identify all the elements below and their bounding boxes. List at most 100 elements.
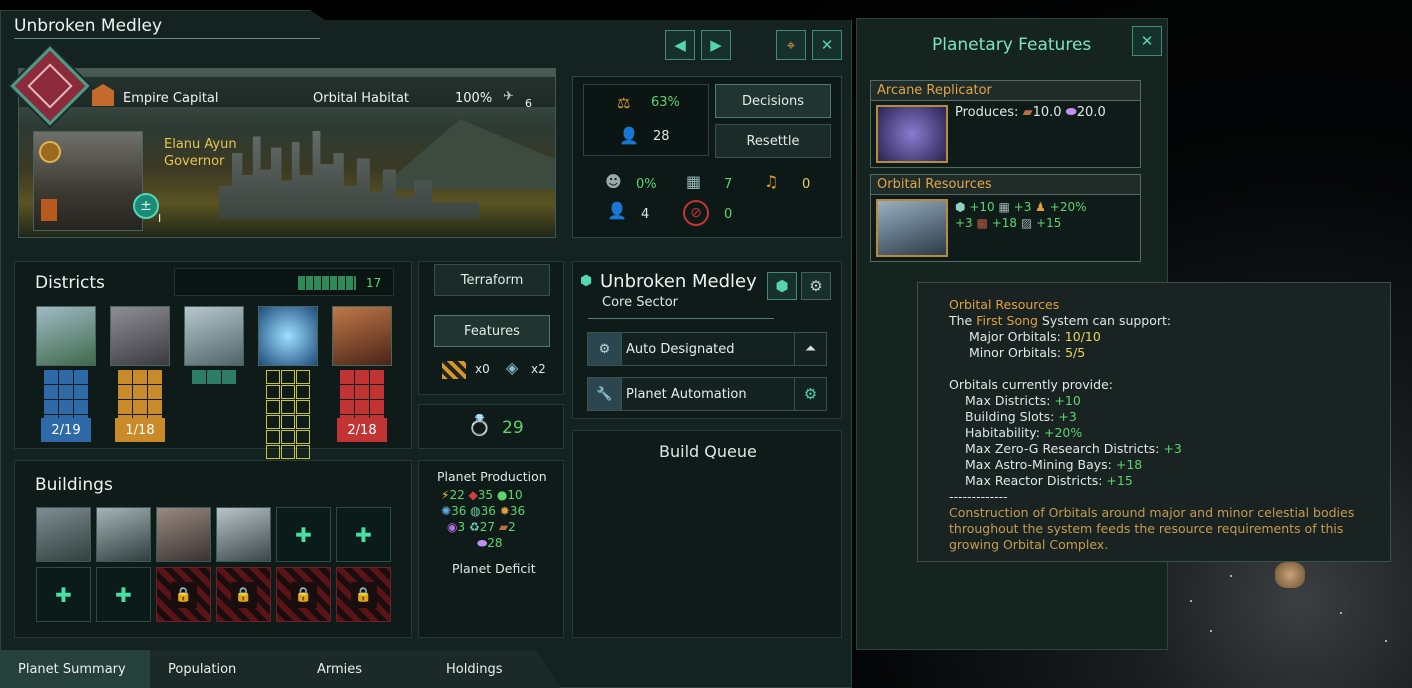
society-value: 36 <box>480 504 496 518</box>
district-slot <box>59 400 73 414</box>
amenities-icon[interactable]: ♫ <box>764 172 778 191</box>
trait-icon[interactable] <box>39 141 61 163</box>
tooltip-system-name: First Song <box>976 313 1038 328</box>
district-slot <box>118 400 132 414</box>
pops-icon[interactable]: 👤 <box>619 126 639 145</box>
tab-holdings[interactable]: Holdings <box>446 650 502 688</box>
resettle-button[interactable]: Resettle <box>715 124 831 158</box>
tab-armies[interactable]: Armies <box>317 650 362 688</box>
tab-planet-summary[interactable]: Planet Summary <box>18 650 126 688</box>
lock-icon: 🔒 <box>290 581 317 608</box>
district-slot <box>44 385 58 399</box>
chevron-right-icon: ▶ <box>710 36 722 54</box>
exotic-icon: ⬬ <box>477 536 488 550</box>
feature-icon[interactable]: ◈ <box>506 358 518 377</box>
asteroid-icon[interactable] <box>1275 562 1305 588</box>
pops-value: 28 <box>653 129 670 144</box>
lock-icon: 🔒 <box>230 581 257 608</box>
warning-icon[interactable] <box>41 199 57 221</box>
district-industrial[interactable] <box>110 306 170 366</box>
ring-icon[interactable]: 💍 <box>467 413 492 437</box>
district-generator[interactable] <box>258 306 318 366</box>
planet-automation-label: Planet Automation <box>626 386 747 402</box>
district-slot <box>296 370 310 384</box>
district-mining[interactable] <box>332 306 392 366</box>
tooltip-description: Construction of Orbitals around major an… <box>949 505 1355 552</box>
terraform-button[interactable]: Terraform <box>434 264 550 296</box>
district-slot <box>266 445 280 459</box>
decisions-button[interactable]: Decisions <box>715 84 831 118</box>
ships-count: 6 <box>525 97 532 110</box>
tab-population[interactable]: Population <box>168 650 236 688</box>
district-slot <box>296 415 310 429</box>
stability-icon[interactable]: ⚖ <box>617 94 630 112</box>
district-slot <box>148 370 162 384</box>
sector-button[interactable]: ⬢ <box>767 272 797 300</box>
alloys-value: 2 <box>508 520 516 534</box>
consumer-goods-value: 27 <box>479 520 495 534</box>
plus-minus-icon: ± <box>140 198 152 214</box>
district-icon: ⬢ <box>955 200 966 214</box>
district-slot <box>207 370 221 384</box>
empty-building-slot[interactable]: ✚ <box>96 567 151 622</box>
governor-level: I <box>158 212 162 225</box>
district-slot <box>340 370 354 384</box>
minerals-value: 35 <box>477 488 494 502</box>
district-slot <box>355 400 369 414</box>
empty-building-slot[interactable]: ✚ <box>276 507 331 562</box>
sector-icon: ⬢ <box>580 273 593 289</box>
district-slot <box>370 385 384 399</box>
feature-card-orbital-resources[interactable]: Orbital Resources ⬢ +10 ▦ +3 ♟ +20% +3 ▩… <box>870 174 1141 262</box>
tooltip-value: 10/10 <box>1064 329 1101 344</box>
exotic-value: 20.0 <box>1076 105 1106 120</box>
features-count: x2 <box>531 362 546 376</box>
district-slot <box>44 370 58 384</box>
collapse-icon[interactable]: ⏶ <box>794 333 826 365</box>
production-values: ⚡22 ◆35 ●10 ✺36 ◍36 ✹36 ◉3 ♻27 ▰2 ⬬28 <box>441 487 561 551</box>
auto-designated-button[interactable]: ⚙ Auto Designated ⏶ <box>587 332 827 366</box>
features-close-button[interactable]: ✕ <box>1132 26 1162 56</box>
star <box>1385 640 1387 642</box>
district-mining-count: 2/18 <box>337 418 387 442</box>
features-button[interactable]: Features <box>434 315 550 347</box>
blocker-icon[interactable] <box>442 361 466 379</box>
feature-card-arcane-replicator[interactable]: Arcane Replicator Produces: ▰10.0 ⬬20.0 <box>870 80 1141 168</box>
building-lab[interactable] <box>216 507 271 562</box>
district-capacity-slots <box>298 276 356 290</box>
next-planet-button[interactable]: ▶ <box>701 30 731 60</box>
manage-buildings-button[interactable]: ⚙ <box>801 272 831 300</box>
camera-focus-button[interactable]: ⌖ <box>776 30 806 60</box>
ship-icon[interactable]: ✈ <box>503 89 514 104</box>
prev-planet-button[interactable]: ◀ <box>665 30 695 60</box>
district-slot <box>355 385 369 399</box>
unemployed-icon[interactable]: 👤 <box>607 201 627 220</box>
building-capital[interactable] <box>36 507 91 562</box>
close-button[interactable]: ✕ <box>812 30 842 60</box>
orbital-resources-image <box>876 199 948 257</box>
physics-value: 36 <box>451 504 467 518</box>
empty-building-slot[interactable]: ✚ <box>336 507 391 562</box>
housing-icon[interactable]: ▦ <box>686 172 701 191</box>
planet-automation-button[interactable]: 🔧 Planet Automation ⚙ <box>587 377 827 411</box>
feature-name: Arcane Replicator <box>871 81 1140 101</box>
unity-value: 3 <box>457 520 466 534</box>
blocked-icon[interactable]: ⊘ <box>683 200 709 226</box>
governor-traits-button[interactable]: ± <box>133 193 159 219</box>
district-slot <box>266 415 280 429</box>
district-slot <box>148 385 162 399</box>
district-capacity-bar <box>174 268 394 296</box>
empty-building-slot[interactable]: ✚ <box>36 567 91 622</box>
district-city[interactable] <box>36 306 96 366</box>
district-slot <box>266 400 280 414</box>
district-research[interactable] <box>184 306 244 366</box>
district-slot <box>133 400 147 414</box>
mountain-image <box>379 119 555 189</box>
tooltip-row: Habitability: +20% <box>949 425 1390 441</box>
building-factory[interactable] <box>156 507 211 562</box>
gear-icon[interactable]: ⚙ <box>794 378 826 410</box>
tooltip-row: Max Reactor Districts: +15 <box>949 473 1390 489</box>
district-slot <box>74 370 88 384</box>
lock-icon: 🔒 <box>350 581 377 608</box>
building-food[interactable] <box>96 507 151 562</box>
crime-icon[interactable]: ☻ <box>605 172 622 191</box>
